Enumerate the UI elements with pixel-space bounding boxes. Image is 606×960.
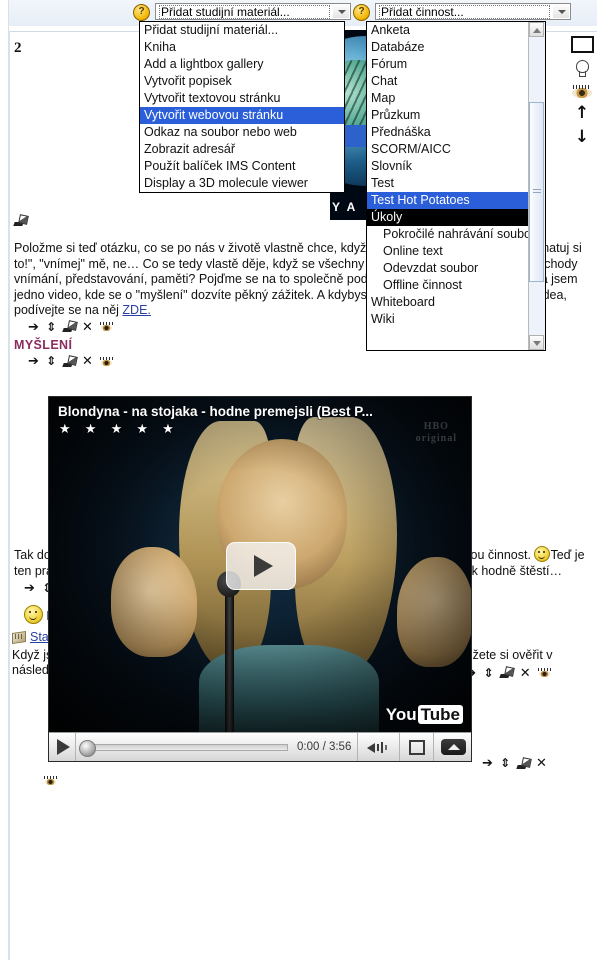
youtube-logo-tube: Tube: [417, 705, 463, 724]
dropdown-option[interactable]: Odkaz na soubor nebo web: [140, 124, 344, 141]
dropdown-option[interactable]: SCORM/AICC: [367, 141, 529, 158]
play-button[interactable]: [57, 739, 70, 755]
scroll-thumb[interactable]: [529, 102, 544, 282]
eye-icon[interactable]: [538, 668, 552, 678]
dropdown-option[interactable]: Slovník: [367, 158, 529, 175]
dropdown-option[interactable]: Úkoly: [367, 209, 529, 226]
edit-pencil-icon[interactable]: [63, 356, 75, 368]
scroll-down-button[interactable]: [529, 335, 544, 350]
move-updown-icon[interactable]: ⇕: [500, 757, 510, 770]
seek-handle[interactable]: [79, 740, 96, 757]
youtube-logo-you: You: [385, 705, 417, 724]
delete-icon[interactable]: ✕: [520, 667, 531, 680]
dropdown-option[interactable]: Kniha: [140, 39, 344, 56]
delete-icon[interactable]: ✕: [82, 321, 93, 334]
eye-icon[interactable]: [100, 322, 114, 332]
youtube-video-player[interactable]: HBO original Blondyna - na stojaka - hodn…: [48, 396, 472, 762]
dropdown-option[interactable]: Přednáška: [367, 124, 529, 141]
dropdown-option[interactable]: Vytvořit popisek: [140, 73, 344, 90]
dropdown-option[interactable]: Anketa: [367, 22, 529, 39]
dropdown-option[interactable]: Add a lightbox gallery: [140, 56, 344, 73]
dropdown-option[interactable]: Použít balíček IMS Content: [140, 158, 344, 175]
smiley-icon: [534, 546, 551, 563]
video-action-row: ➔ ⇕ ✕: [482, 756, 551, 771]
dropdown-option[interactable]: Wiki: [367, 311, 529, 328]
hbo-watermark: HBO original: [415, 421, 457, 444]
edit-pencil-icon[interactable]: [517, 758, 529, 770]
chevron-down-icon-activity[interactable]: [553, 5, 569, 18]
seek-slider[interactable]: [83, 744, 288, 751]
move-right-icon[interactable]: ➔: [482, 757, 493, 770]
resource-action-row-6: ➔ ⇕ ✕: [465, 665, 555, 681]
delete-icon[interactable]: ✕: [536, 757, 547, 770]
assignment-icon: [12, 630, 27, 643]
page-right-gutter: [598, 0, 606, 960]
smiley-icon: [24, 604, 43, 624]
move-updown-icon[interactable]: ⇕: [46, 320, 56, 334]
dropdown-option[interactable]: Zobrazit adresář: [140, 141, 344, 158]
move-updown-icon[interactable]: ⇕: [46, 355, 56, 368]
play-button-overlay[interactable]: [226, 542, 296, 590]
zde-link[interactable]: ZDE.: [122, 303, 150, 317]
edit-pencil-icon[interactable]: [63, 321, 75, 333]
add-activity-dropdown[interactable]: Anketa Databáze Fórum Chat Map Průzkum Přednáš…: [366, 21, 546, 351]
add-resource-dropdown[interactable]: Přidat studijní materiál... Kniha Add a li…: [139, 21, 345, 193]
youtube-logo: You Tube: [386, 704, 463, 725]
edit-pencil-icon[interactable]: [500, 667, 512, 679]
help-icon-activity[interactable]: ?: [353, 4, 370, 21]
dropdown-option[interactable]: Vytvořit textovou stránku: [140, 90, 344, 107]
dropdown-option[interactable]: Odevzdat soubor: [367, 260, 529, 277]
fullscreen-icon[interactable]: [409, 740, 425, 755]
dropdown-option[interactable]: Průzkum: [367, 107, 529, 124]
video-stage[interactable]: HBO original Blondyna - na stojaka - hodn…: [49, 397, 471, 733]
delete-icon[interactable]: ✕: [82, 355, 93, 368]
dropdown-option[interactable]: Display a 3D molecule viewer: [140, 175, 344, 192]
page-left-gutter: [0, 0, 9, 960]
edit-pencil-icon[interactable]: [14, 215, 26, 227]
dropdown-option[interactable]: Whiteboard: [367, 294, 529, 311]
add-resource-select[interactable]: Přidat studijní materiál...: [155, 3, 351, 20]
dropdown-option[interactable]: Online text: [367, 243, 529, 260]
dropdown-option[interactable]: Pokročilé nahrávání souborů: [367, 226, 529, 243]
move-right-icon[interactable]: ➔: [24, 582, 35, 595]
eye-icon[interactable]: [100, 356, 114, 367]
add-activity-select[interactable]: Přidat činnost...: [375, 3, 571, 20]
move-down-icon[interactable]: ↓: [565, 129, 599, 146]
dropdown-scrollbar[interactable]: [528, 22, 545, 350]
dropdown-option[interactable]: Databáze: [367, 39, 529, 56]
move-right-icon[interactable]: ➔: [28, 321, 39, 334]
eye-visible-icon[interactable]: [572, 85, 592, 98]
dropdown-option[interactable]: Fórum: [367, 56, 529, 73]
dropdown-option[interactable]: Test: [367, 175, 529, 192]
video-hide-icon-wrap: [44, 773, 61, 787]
highlight-section-icon[interactable]: [570, 36, 594, 53]
add-resource-select-value: Přidat studijní materiál...: [159, 5, 330, 19]
volume-icon[interactable]: [367, 741, 393, 754]
lightbulb-icon[interactable]: [574, 60, 590, 78]
dropdown-option[interactable]: Test Hot Potatoes: [367, 192, 529, 209]
expand-icon[interactable]: [441, 739, 466, 755]
section-action-rail: ↑ ↓: [565, 36, 599, 153]
video-title: Blondyna - na stojaka - hodne premejsli …: [58, 404, 373, 419]
dropdown-option[interactable]: Chat: [367, 73, 529, 90]
dropdown-option[interactable]: Map: [367, 90, 529, 107]
eye-icon[interactable]: [44, 775, 57, 786]
resource-action-row-2: ➔ ⇕ ✕: [28, 354, 596, 368]
video-rating-stars[interactable]: ★ ★ ★ ★ ★: [59, 423, 179, 437]
time-display: 0:00 / 3:56: [297, 741, 352, 753]
moodle-course-page: ? Přidat studijní materiál... ? Přidat č…: [0, 0, 606, 960]
help-icon-resource[interactable]: ?: [133, 4, 150, 21]
dropdown-option[interactable]: Vytvořit webovou stránku: [140, 107, 344, 124]
scroll-up-button[interactable]: [529, 22, 544, 37]
dropdown-option[interactable]: Offline činnost: [367, 277, 529, 294]
move-right-icon[interactable]: ➔: [28, 355, 39, 368]
video-controls-bar: 0:00 / 3:56: [49, 732, 471, 761]
section-number: 2: [14, 40, 22, 56]
move-up-icon[interactable]: ↑: [565, 105, 599, 122]
add-activity-select-value: Přidat činnost...: [379, 5, 550, 19]
move-updown-icon[interactable]: ⇕: [484, 666, 494, 680]
dropdown-option[interactable]: Přidat studijní materiál...: [140, 22, 344, 39]
banner-text: Y A: [332, 200, 358, 214]
chevron-down-icon-resource[interactable]: [333, 5, 349, 18]
